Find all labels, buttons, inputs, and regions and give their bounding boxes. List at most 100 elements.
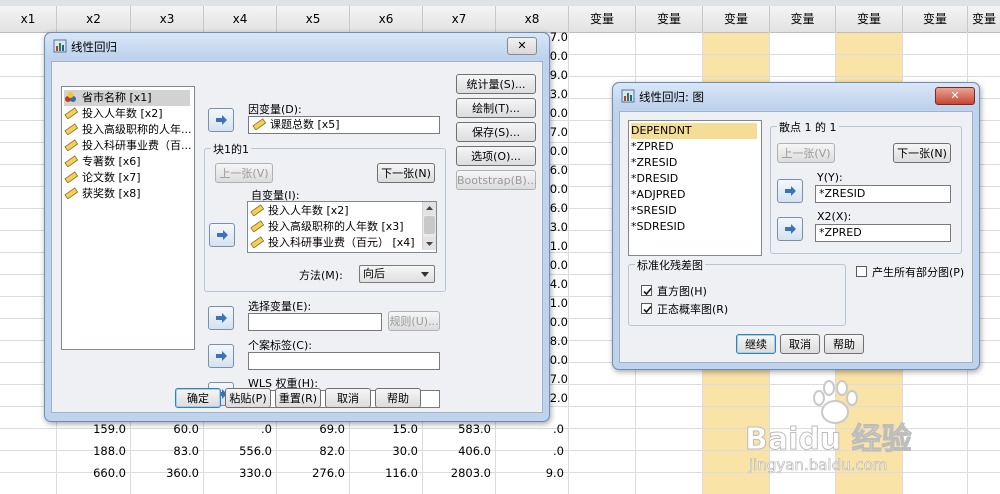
ruler-icon (64, 123, 78, 135)
move-to-case-labels-button[interactable] (208, 344, 234, 368)
table-cell[interactable]: 276.0 (277, 462, 349, 484)
table-cell[interactable]: 188.0 (57, 440, 130, 462)
move-to-x-button[interactable] (777, 217, 803, 241)
close-button[interactable]: ✕ (935, 87, 975, 105)
bootstrap-button[interactable]: Bootstrap(B)... (456, 170, 537, 190)
list-item[interactable]: *ADJPRED (631, 187, 685, 203)
list-item[interactable]: *DRESID (631, 171, 678, 187)
plot-variable-list[interactable]: DEPENDNT *ZPRED *ZRESID *DRESID *ADJPRED… (628, 120, 762, 256)
list-item[interactable]: 投入高级职称的人年... (64, 122, 192, 138)
table-cell[interactable]: 2803.0 (423, 462, 495, 484)
close-button[interactable]: ✕ (507, 37, 537, 55)
table-cell[interactable]: .0 (496, 440, 568, 462)
dialog-title-bar[interactable]: 线性回归 ✕ (45, 33, 549, 59)
column-header[interactable]: 变量 (968, 6, 1000, 32)
list-item[interactable]: *SDRESID (631, 219, 685, 235)
selection-variable-field[interactable] (248, 313, 382, 331)
scroll-thumb[interactable] (424, 216, 435, 234)
column-header[interactable]: 变量 (903, 6, 968, 32)
next-scatter-button[interactable]: 下一张(N) (893, 143, 951, 163)
list-item[interactable]: 投入科研事业费（百元） [x4] (250, 235, 415, 251)
list-item[interactable]: *ZRESID (631, 155, 677, 171)
column-header[interactable]: x6 (350, 6, 423, 32)
statistics-button[interactable]: 统计量(S)... (456, 74, 536, 94)
table-cell[interactable]: 406.0 (423, 440, 495, 462)
column-header[interactable]: x7 (423, 6, 496, 32)
variable-list[interactable]: 省市名称 [x1] 投入人年数 [x2] 投入高级职称的人年... 投入科研事业… (61, 86, 195, 350)
regression-app-icon (621, 89, 635, 103)
column-header[interactable]: x3 (131, 6, 204, 32)
previous-block-button[interactable]: 上一张(V) (215, 163, 273, 183)
list-scrollbar[interactable] (422, 202, 436, 250)
scroll-down-button[interactable] (423, 237, 436, 250)
linear-regression-dialog: 线性回归 ✕ 省市名称 [x1] 投入人年数 [x2] 投入高级职称的人年... (44, 32, 550, 422)
y-axis-field[interactable]: *ZRESID (815, 185, 951, 203)
list-item[interactable]: 投入人年数 [x2] (250, 203, 349, 219)
regression-app-icon (53, 39, 67, 53)
move-to-dependent-button[interactable] (208, 108, 234, 132)
rule-button[interactable]: 规则(U)... (388, 311, 440, 331)
continue-button[interactable]: 继续 (736, 334, 776, 354)
next-block-button[interactable]: 下一张(N) (377, 163, 435, 183)
list-item[interactable]: 投入科研事业费（百... (64, 138, 192, 154)
list-item[interactable]: 专著数 [x6] (64, 154, 141, 170)
column-header[interactable]: 变量 (703, 6, 770, 32)
case-labels-field[interactable] (248, 352, 440, 370)
block-group: 块1的1 上一张(V) 下一张(N) 自变量(I): 投入人年数 [x2] 投入… (204, 141, 446, 292)
list-item-label: 投入高级职称的人年... (82, 123, 192, 136)
list-item[interactable]: 论文数 [x7] (64, 170, 141, 186)
normal-probability-checkbox[interactable] (641, 303, 652, 314)
options-button[interactable]: 选项(O)... (456, 146, 536, 166)
column-header[interactable]: x1 (0, 6, 57, 32)
chevron-down-icon (421, 272, 429, 277)
table-cell[interactable]: 360.0 (131, 462, 203, 484)
x-axis-field[interactable]: *ZPRED (815, 224, 951, 242)
check-icon (643, 287, 652, 296)
plots-button[interactable]: 绘制(T)... (456, 98, 536, 118)
table-cell[interactable]: 82.0 (277, 440, 349, 462)
list-item[interactable]: 投入人年数 [x2] (64, 106, 163, 122)
table-cell[interactable]: 9.0 (496, 462, 568, 484)
column-header[interactable]: 变量 (836, 6, 903, 32)
previous-scatter-button[interactable]: 上一张(V) (777, 143, 835, 163)
scroll-up-button[interactable] (423, 202, 436, 215)
column-header[interactable]: 变量 (569, 6, 636, 32)
move-to-y-button[interactable] (777, 179, 803, 203)
list-item[interactable]: *SRESID (631, 203, 677, 219)
list-item[interactable]: DEPENDNT (631, 123, 757, 139)
watermark-brand: Baidu 经验 (745, 422, 913, 458)
save-button[interactable]: 保存(S)... (456, 122, 536, 142)
arrow-right-icon (785, 186, 796, 196)
list-item[interactable]: 省市名称 [x1] (64, 90, 190, 106)
help-button[interactable]: 帮助 (375, 388, 421, 408)
column-header[interactable]: 变量 (770, 6, 836, 32)
table-cell[interactable]: 116.0 (350, 462, 422, 484)
table-cell[interactable]: 556.0 (204, 440, 276, 462)
cancel-button[interactable]: 取消 (780, 334, 820, 354)
column-header[interactable]: x2 (57, 6, 131, 32)
list-item[interactable]: 投入高级职称的人年数 [x3] (250, 219, 404, 235)
histogram-checkbox[interactable] (641, 285, 652, 296)
help-button[interactable]: 帮助 (824, 334, 864, 354)
dependent-field[interactable]: 课题总数 [x5] (248, 116, 440, 134)
table-cell[interactable]: 83.0 (131, 440, 203, 462)
list-item[interactable]: 获奖数 [x8] (64, 186, 141, 202)
paste-button[interactable]: 粘贴(P) (225, 388, 271, 408)
dialog-title-bar[interactable]: 线性回归: 图 ✕ (613, 83, 979, 109)
list-item-label: 获奖数 [x8] (82, 187, 141, 200)
ok-button[interactable]: 确定 (175, 388, 221, 408)
method-dropdown[interactable]: 向后 (359, 265, 435, 283)
cancel-button[interactable]: 取消 (325, 388, 371, 408)
independent-list[interactable]: 投入人年数 [x2] 投入高级职称的人年数 [x3] 投入科研事业费（百元） [… (247, 201, 437, 253)
column-header[interactable]: x4 (204, 6, 277, 32)
column-header[interactable]: 变量 (636, 6, 703, 32)
table-cell[interactable]: 30.0 (350, 440, 422, 462)
all-partial-plots-checkbox[interactable] (856, 266, 867, 277)
column-header[interactable]: x5 (277, 6, 350, 32)
table-cell[interactable]: 330.0 (204, 462, 276, 484)
reset-button[interactable]: 重置(R) (275, 388, 321, 408)
table-cell[interactable]: 660.0 (57, 462, 130, 484)
move-to-selection-button[interactable] (208, 306, 234, 330)
move-to-independent-button[interactable] (209, 223, 235, 247)
list-item[interactable]: *ZPRED (631, 139, 674, 155)
